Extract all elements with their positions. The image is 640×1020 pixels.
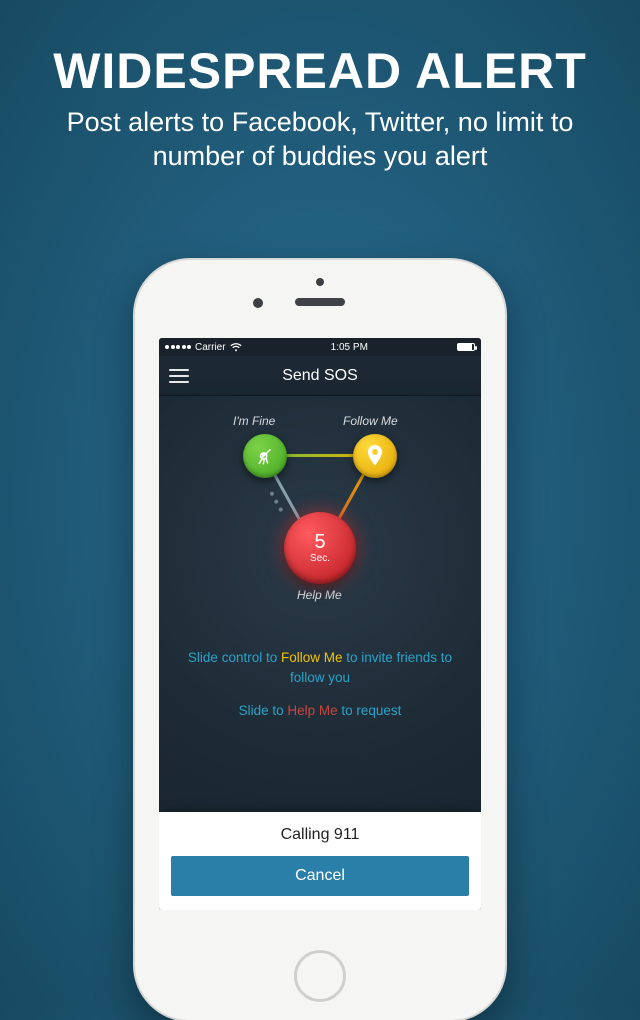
home-button[interactable]	[294, 950, 346, 1002]
wifi-icon	[230, 343, 242, 352]
location-pin-icon	[365, 445, 385, 467]
signal-strength-icon	[165, 345, 191, 349]
speaker-grille	[295, 298, 345, 306]
node-label-follow: Follow Me	[343, 414, 398, 428]
front-camera	[253, 298, 263, 308]
battery-icon	[457, 343, 475, 351]
phone-frame: Carrier 1:05 PM Send SOS I'm Fine Follow…	[135, 260, 505, 1020]
promo-title: WIDESPREAD ALERT	[0, 42, 640, 100]
countdown-unit: Sec.	[310, 553, 330, 564]
status-bar: Carrier 1:05 PM	[159, 338, 481, 356]
phone-screen: Carrier 1:05 PM Send SOS I'm Fine Follow…	[159, 338, 481, 910]
highlight-follow-me: Follow Me	[281, 650, 343, 665]
cancel-button[interactable]: Cancel	[171, 856, 469, 896]
promo-subtitle: Post alerts to Facebook, Twitter, no lim…	[0, 106, 640, 174]
page-title: Send SOS	[282, 367, 358, 385]
dialog-title: Calling 911	[171, 826, 469, 844]
path-dots	[269, 491, 283, 512]
node-im-fine[interactable]	[243, 434, 287, 478]
ok-hand-icon	[254, 445, 276, 467]
sensor-dot	[316, 278, 324, 286]
instructions-text: Slide control to Follow Me to invite fri…	[159, 648, 481, 721]
menu-icon[interactable]	[169, 369, 189, 383]
app-navbar: Send SOS	[159, 356, 481, 396]
countdown-value: 5	[314, 532, 325, 552]
node-label-help: Help Me	[297, 588, 342, 602]
status-time: 1:05 PM	[331, 342, 368, 353]
node-help-me[interactable]: 5 Sec.	[284, 512, 356, 584]
carrier-label: Carrier	[195, 342, 226, 353]
node-label-fine: I'm Fine	[233, 414, 275, 428]
sos-control-area: I'm Fine Follow Me Help Me	[159, 396, 481, 910]
calling-dialog: Calling 911 Cancel	[159, 812, 481, 910]
highlight-help-me: Help Me	[287, 703, 337, 718]
node-follow-me[interactable]	[353, 434, 397, 478]
